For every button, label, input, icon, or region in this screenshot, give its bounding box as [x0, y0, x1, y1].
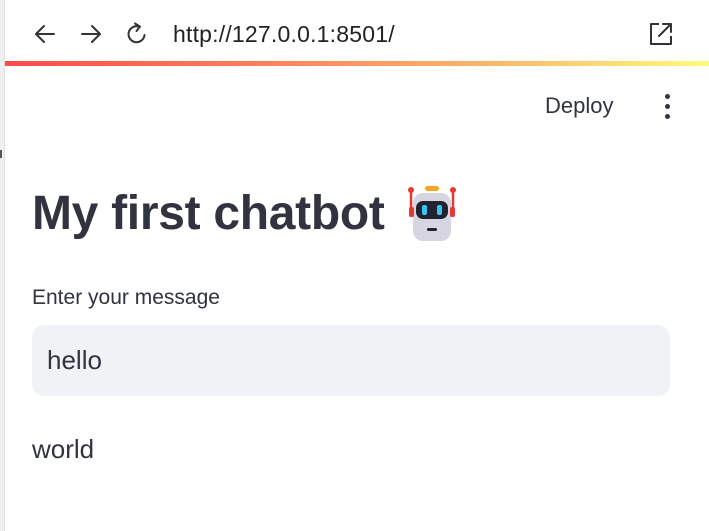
window-edge-tick [0, 150, 2, 158]
reload-icon [127, 22, 146, 44]
open-external-icon [650, 23, 672, 45]
chatbot-response: world [32, 434, 95, 464]
address-bar[interactable]: http://127.0.0.1:8501/ [173, 19, 395, 49]
arrow-left-icon [35, 25, 55, 43]
reload-button[interactable] [121, 18, 153, 50]
deploy-button[interactable]: Deploy [545, 92, 613, 120]
app-header: Deploy [5, 66, 709, 146]
more-vertical-icon-dot [664, 113, 670, 119]
back-button[interactable] [29, 18, 61, 50]
message-input-container[interactable] [32, 325, 670, 396]
robot-icon [407, 186, 456, 241]
message-input-label: Enter your message [32, 286, 220, 309]
browser-window: http://127.0.0.1:8501/ Deploy My first c… [0, 0, 709, 531]
message-input[interactable] [47, 345, 655, 376]
browser-toolbar: http://127.0.0.1:8501/ [5, 0, 709, 62]
open-external-button[interactable] [645, 18, 677, 50]
arrow-right-icon [81, 25, 101, 43]
more-vertical-icon-dot [664, 103, 670, 109]
more-vertical-icon [664, 93, 670, 99]
page-title-row: My first chatbot [32, 182, 461, 246]
forward-button[interactable] [75, 18, 107, 50]
main-menu-button[interactable] [655, 90, 679, 122]
page-title: My first chatbot [32, 187, 385, 240]
